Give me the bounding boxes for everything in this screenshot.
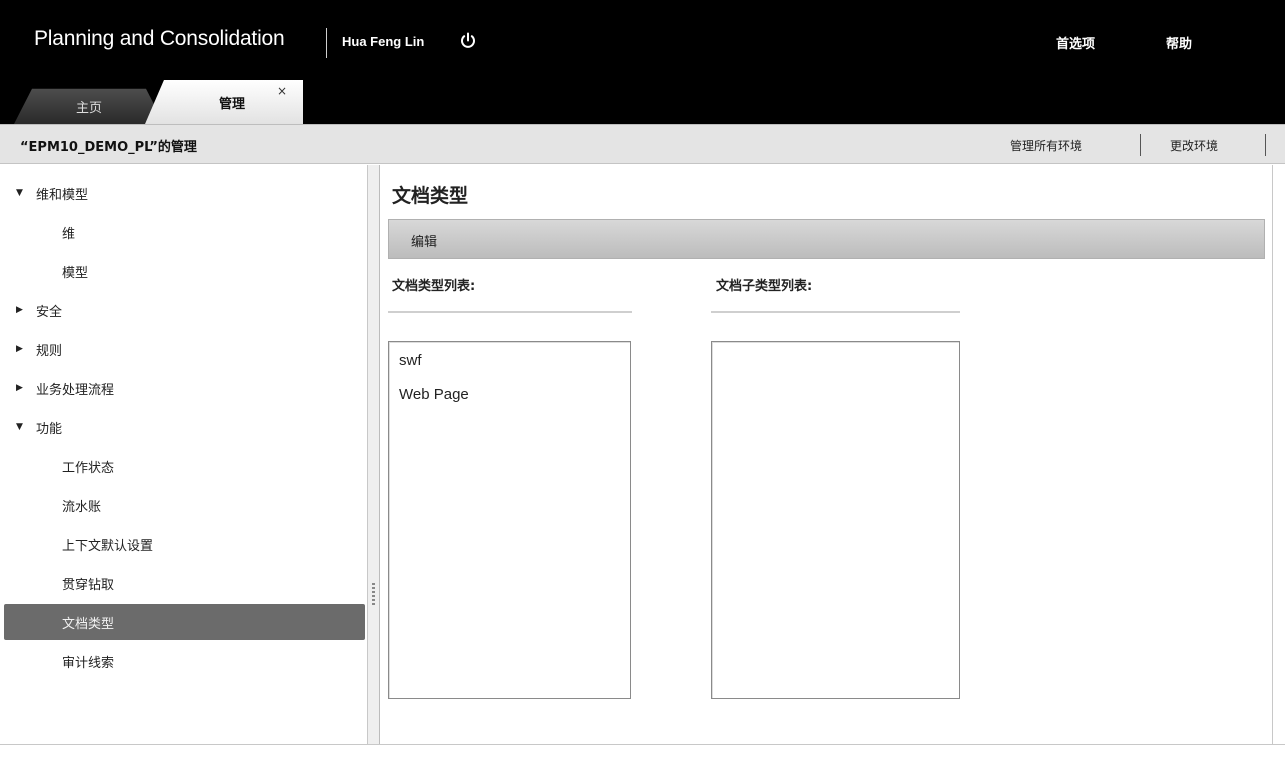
title-divider: [326, 28, 327, 58]
panel-splitter[interactable]: [368, 165, 380, 745]
help-link[interactable]: 帮助: [1166, 33, 1192, 52]
nav-item[interactable]: ▶ 规则: [4, 331, 365, 367]
nav-item[interactable]: 维: [4, 214, 365, 250]
nav-item-label: 上下文默认设置: [62, 538, 154, 554]
triangle-right-icon[interactable]: ▶: [16, 344, 32, 354]
close-icon[interactable]: ×: [277, 84, 287, 98]
triangle-down-icon[interactable]: ▼: [16, 422, 32, 432]
nav-item[interactable]: 审计线索: [4, 643, 365, 679]
nav-item-label: 规则: [36, 343, 63, 359]
nav-item[interactable]: 流水账: [4, 487, 365, 523]
nav-item-label: 维: [62, 226, 76, 242]
nav-item-label: 功能: [36, 421, 63, 437]
nav-item-label: 贯穿钻取: [62, 577, 115, 593]
section-divider: [711, 311, 960, 313]
page-title: 文档类型: [392, 185, 469, 207]
nav-item-label: 审计线索: [62, 655, 115, 671]
nav-item-label: 工作状态: [62, 460, 115, 476]
top-bar: Planning and Consolidation Hua Feng Lin …: [0, 0, 1285, 124]
nav-item[interactable]: ▼ 维和模型: [4, 175, 365, 211]
nav-item[interactable]: ▶ 业务处理流程: [4, 370, 365, 406]
separator: [1265, 134, 1266, 156]
doc-types-label: 文档类型列表:: [392, 279, 476, 294]
doc-subtypes-list[interactable]: [711, 341, 960, 699]
tab-manage-label: 管理: [218, 96, 245, 112]
nav-item[interactable]: 模型: [4, 253, 365, 289]
nav-item-label: 流水账: [62, 499, 102, 515]
separator: [1140, 134, 1141, 156]
section-divider: [388, 311, 632, 313]
left-navigation: ▼ 维和模型维模型 ▶ 安全 ▶ 规则 ▶ 业务处理流程 ▼ 功能工作状态流水账上下文默认设置 贯穿…: [0, 165, 368, 745]
doc-types-list[interactable]: swf Web Page: [388, 341, 631, 699]
manage-all-environments-link[interactable]: 管理所有环境: [1010, 137, 1082, 154]
preferences-link[interactable]: 首选项: [1056, 33, 1095, 52]
list-item[interactable]: swf: [389, 344, 630, 378]
environment-title: “EPM10_DEMO_PL”的管理: [20, 140, 197, 155]
user-name: Hua Feng Lin: [342, 34, 425, 49]
nav-item[interactable]: 文档类型: [4, 604, 365, 640]
nav-item[interactable]: 贯穿钻取: [4, 565, 365, 601]
tab-home-label: 主页: [75, 101, 102, 116]
nav-item-label: 模型: [62, 265, 89, 281]
triangle-right-icon[interactable]: ▶: [16, 305, 32, 315]
nav-item[interactable]: ▶ 安全: [4, 292, 365, 328]
app-title: Planning and Consolidation: [34, 27, 285, 50]
nav-item[interactable]: ▼ 功能: [4, 409, 365, 445]
splitter-grip-icon[interactable]: [372, 583, 375, 605]
triangle-down-icon[interactable]: ▼: [16, 188, 32, 198]
nav-item-label: 维和模型: [36, 187, 89, 203]
bottom-border: [0, 744, 1285, 745]
nav-item-label: 安全: [36, 304, 63, 320]
toolbar: 编辑: [388, 219, 1265, 259]
context-bar: “EPM10_DEMO_PL”的管理 管理所有环境 更改环境: [0, 124, 1285, 164]
nav-item-label: 业务处理流程: [36, 382, 115, 398]
power-icon[interactable]: [458, 31, 478, 51]
main-panel: 文档类型 编辑 文档类型列表: 文档子类型列表: swf Web Page: [380, 165, 1273, 745]
nav-item[interactable]: 工作状态: [4, 448, 365, 484]
nav-item-label: 文档类型: [62, 616, 115, 632]
change-environment-link[interactable]: 更改环境: [1170, 137, 1218, 154]
list-item[interactable]: Web Page: [389, 378, 630, 412]
triangle-right-icon[interactable]: ▶: [16, 383, 32, 393]
doc-subtypes-label: 文档子类型列表:: [716, 279, 813, 294]
edit-button[interactable]: 编辑: [411, 231, 437, 250]
tab-home[interactable]: 主页: [14, 88, 164, 124]
nav-item[interactable]: 上下文默认设置: [4, 526, 365, 562]
